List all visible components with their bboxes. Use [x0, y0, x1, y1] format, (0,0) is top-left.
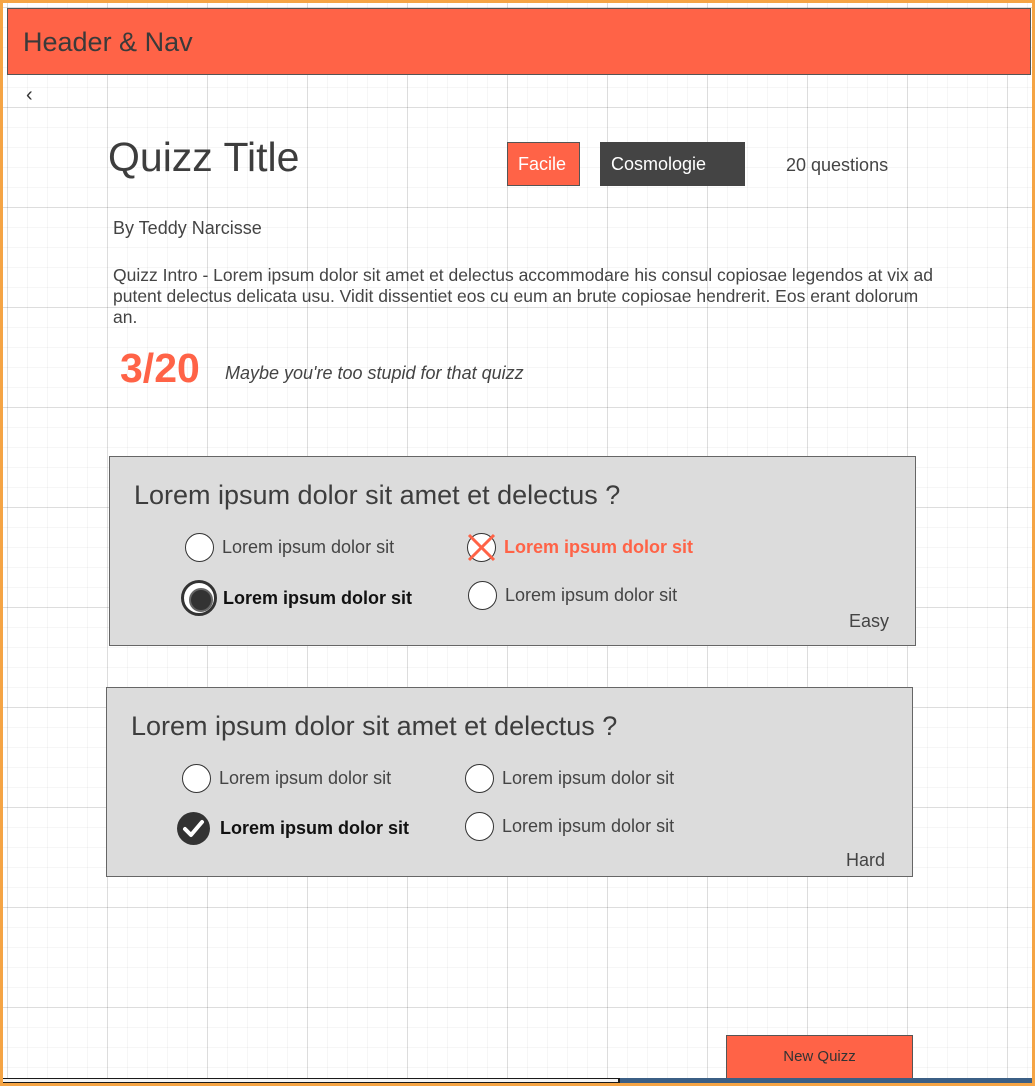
- radio-empty-icon[interactable]: [465, 764, 494, 793]
- score-message: Maybe you're too stupid for that quizz: [225, 363, 524, 383]
- new-quiz-button[interactable]: New Quizz: [726, 1035, 913, 1079]
- question-difficulty: Easy: [849, 611, 890, 631]
- difficulty-tag: Facile: [507, 142, 580, 186]
- radio-empty-icon[interactable]: [465, 812, 494, 841]
- question-count: 20 questions: [786, 155, 889, 175]
- radio-empty-icon[interactable]: [182, 764, 211, 793]
- bottom-strip-blue-segment: [620, 1078, 1032, 1083]
- answer-label: Lorem ipsum dolor sit: [223, 587, 413, 608]
- radio-empty-icon[interactable]: [468, 581, 497, 610]
- chevron-left-icon[interactable]: ‹: [26, 84, 33, 107]
- answer-option[interactable]: Lorem ipsum dolor sit: [465, 764, 674, 793]
- radio-selected-icon[interactable]: [181, 580, 217, 616]
- header-title: Header & Nav: [23, 27, 193, 57]
- answer-option[interactable]: Lorem ipsum dolor sit: [465, 812, 674, 841]
- bottom-strip-light-segment: [3, 1079, 618, 1082]
- quiz-intro: Quizz Intro - Lorem ipsum dolor sit amet…: [113, 265, 933, 327]
- radio-empty-icon[interactable]: [185, 533, 214, 562]
- answer-label: Lorem ipsum dolor sit: [220, 818, 410, 838]
- bottom-strip: [3, 1078, 1032, 1083]
- answer-option-selected[interactable]: Lorem ipsum dolor sit: [181, 580, 412, 616]
- quiz-title: Quizz Title: [108, 134, 300, 180]
- header-nav: Header & Nav: [7, 8, 1031, 75]
- answer-label: Lorem ipsum dolor sit: [502, 816, 675, 836]
- question-text: Lorem ipsum dolor sit amet et delectus ?: [134, 480, 621, 510]
- checkmark-icon[interactable]: [177, 812, 210, 845]
- quiz-author: By Teddy Narcisse: [113, 218, 262, 238]
- answer-option[interactable]: Lorem ipsum dolor sit: [185, 533, 394, 562]
- answer-label: Lorem ipsum dolor sit: [505, 585, 678, 605]
- question-text: Lorem ipsum dolor sit amet et delectus ?: [131, 711, 618, 741]
- question-card: Lorem ipsum dolor sit amet et delectus ?…: [109, 456, 916, 646]
- answer-label: Lorem ipsum dolor sit: [502, 768, 675, 788]
- quiz-score: 3/20: [120, 345, 200, 391]
- category-tag: Cosmologie: [600, 142, 745, 186]
- answer-option[interactable]: Lorem ipsum dolor sit: [468, 581, 677, 610]
- answer-label: Lorem ipsum dolor sit: [222, 537, 395, 557]
- wrong-answer-icon[interactable]: [467, 533, 496, 562]
- answer-option-wrong[interactable]: Lorem ipsum dolor sit: [467, 533, 693, 562]
- answer-option-correct[interactable]: Lorem ipsum dolor sit: [177, 812, 409, 845]
- question-card: Lorem ipsum dolor sit amet et delectus ?…: [106, 687, 913, 877]
- answer-label: Lorem ipsum dolor sit: [219, 768, 392, 788]
- answer-label: Lorem ipsum dolor sit: [504, 537, 694, 557]
- answer-option[interactable]: Lorem ipsum dolor sit: [182, 764, 391, 793]
- question-difficulty: Hard: [846, 850, 886, 870]
